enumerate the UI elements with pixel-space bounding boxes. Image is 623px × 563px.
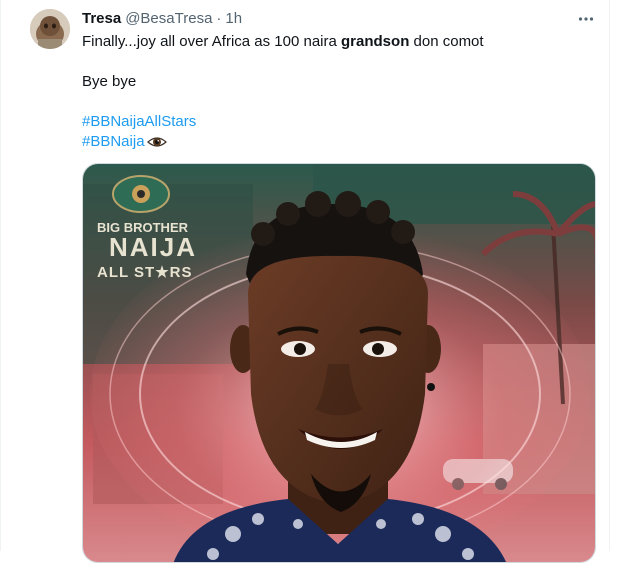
avatar[interactable] <box>30 9 70 49</box>
eye-emoji-icon <box>146 135 167 149</box>
hashtag-link-bbnaijaallstars[interactable]: #BBNaijaAllStars <box>82 113 196 130</box>
tweet-line-1: Finally...joy all over Africa as 100 nai… <box>82 32 484 52</box>
tweet-card[interactable]: Tresa @BesaTresa · 1h Finally...joy all … <box>0 0 610 563</box>
tweet-time[interactable]: 1h <box>225 9 242 29</box>
header-separator: · <box>216 10 222 27</box>
tweet-header: Tresa @BesaTresa · 1h <box>82 9 242 29</box>
author-name[interactable]: Tresa <box>82 9 121 29</box>
tweet-line-2: Bye bye <box>82 73 137 90</box>
more-dots-icon <box>578 17 594 21</box>
brand-line-3: ALL ST★RS <box>97 264 193 281</box>
tweet-text-part: don comot <box>409 33 484 50</box>
tweet-text-part: Finally...joy all over Africa as 100 nai… <box>82 33 342 50</box>
promo-photo: BIG BROTHER NAIJA ALL ST★RS <box>83 164 595 562</box>
tweet-bold-word: grandson <box>341 33 410 50</box>
bbnaija-eye-logo <box>112 175 170 213</box>
hashtag-link-bbnaija[interactable]: #BBNaija <box>82 132 145 152</box>
avatar-image <box>30 9 70 49</box>
tweet-media-image[interactable]: BIG BROTHER NAIJA ALL ST★RS <box>82 163 596 563</box>
brand-line-2: NAIJA <box>109 232 197 262</box>
author-handle[interactable]: @BesaTresa <box>125 9 212 29</box>
more-options-button[interactable] <box>575 8 597 30</box>
